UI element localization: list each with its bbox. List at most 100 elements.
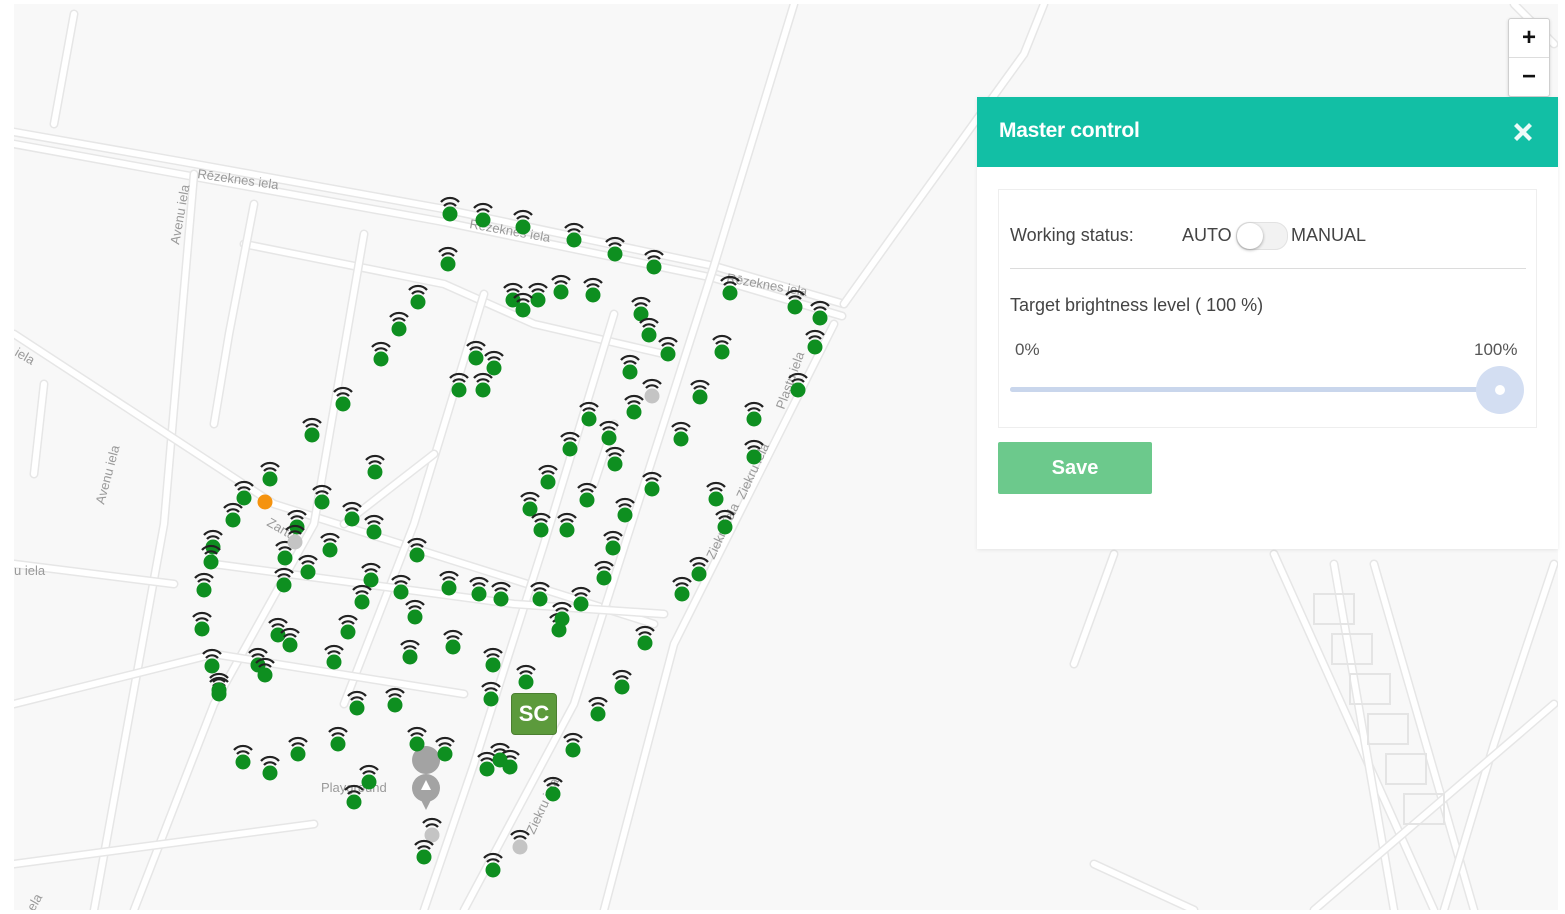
streetlight-marker[interactable] [365, 454, 385, 480]
streetlight-marker[interactable] [260, 461, 280, 487]
close-icon[interactable] [1510, 119, 1536, 145]
streetlight-marker[interactable] [361, 562, 381, 588]
road-fill [461, 4, 797, 910]
streetlight-marker[interactable] [603, 530, 623, 556]
streetlight-marker[interactable] [233, 744, 253, 770]
signal-icon [323, 538, 337, 543]
streetlight-marker[interactable] [538, 464, 558, 490]
streetlight-marker[interactable] [400, 639, 420, 665]
lamp-dot [533, 522, 549, 538]
streetlight-marker[interactable] [520, 491, 540, 517]
streetlight-marker[interactable] [414, 839, 434, 865]
streetlight-marker[interactable] [320, 532, 340, 558]
streetlight-marker[interactable] [223, 502, 243, 528]
streetlight-marker[interactable] [642, 378, 662, 404]
zoom-in-button[interactable]: + [1509, 19, 1549, 57]
streetlight-marker[interactable] [689, 556, 709, 582]
streetlight-marker[interactable] [744, 401, 764, 427]
slider-thumb[interactable] [1476, 366, 1524, 414]
streetlight-marker[interactable] [612, 669, 632, 695]
lamp-dot [708, 491, 724, 507]
streetlight-marker[interactable] [483, 647, 503, 673]
streetlight-marker[interactable] [671, 421, 691, 447]
signal-icon [658, 336, 678, 343]
streetlight-marker[interactable] [672, 576, 692, 602]
streetlight-marker[interactable] [594, 560, 614, 586]
lamp-dot [235, 754, 251, 770]
signal-icon [693, 385, 707, 390]
signal-icon [248, 647, 268, 654]
building-block [1385, 753, 1427, 785]
streetlight-marker[interactable] [588, 696, 608, 722]
streetlight-marker[interactable] [389, 311, 409, 337]
streetlight-marker[interactable] [473, 372, 493, 398]
streetlight-marker[interactable] [371, 341, 391, 367]
signal-icon [554, 280, 568, 285]
streetlight-marker[interactable] [469, 576, 489, 602]
streetlight-marker[interactable] [422, 817, 442, 843]
streetlight-marker[interactable] [551, 274, 571, 300]
streetlight-marker[interactable] [338, 614, 358, 640]
streetlight-marker[interactable] [298, 554, 318, 580]
streetlight-marker[interactable] [690, 379, 710, 405]
road-fill [1311, 701, 1557, 910]
slider-max-label: 100% [1474, 340, 1518, 359]
streetlight-marker[interactable] [620, 354, 640, 380]
streetlight-marker[interactable] [635, 625, 655, 651]
toggle-knob[interactable] [1237, 223, 1263, 249]
lamp-dot [314, 494, 330, 510]
signal-icon [302, 417, 322, 424]
streetlight-marker[interactable] [324, 644, 344, 670]
lamp-dot [196, 582, 212, 598]
lamp-dot [363, 572, 379, 588]
warning-marker[interactable] [257, 494, 273, 510]
brightness-slider[interactable] [1010, 366, 1524, 414]
signal-icon [586, 283, 600, 288]
streetlight-marker[interactable] [439, 570, 459, 596]
streetlight-marker[interactable] [528, 282, 548, 308]
lamp-dot [468, 350, 484, 366]
master-control-panel: Master control Working status: AUTO MANU… [977, 97, 1558, 549]
signal-icon [414, 839, 434, 846]
streetlight-marker[interactable] [302, 417, 322, 443]
streetlight-marker[interactable] [352, 584, 372, 610]
streetlight-marker[interactable] [639, 317, 659, 343]
streetlight-marker[interactable] [385, 687, 405, 713]
streetlight-marker[interactable] [516, 664, 536, 690]
zoom-out-button[interactable]: − [1509, 57, 1549, 96]
streetlight-marker[interactable] [557, 512, 577, 538]
signal-icon [557, 512, 577, 519]
streetlight-marker[interactable] [563, 732, 583, 758]
streetlight-marker[interactable] [484, 350, 504, 376]
streetlight-marker[interactable] [712, 334, 732, 360]
signal-icon [493, 748, 507, 753]
streetlight-marker[interactable] [408, 284, 428, 310]
streetlight-marker[interactable] [407, 726, 427, 752]
streetlight-marker[interactable] [192, 611, 212, 637]
streetlight-marker[interactable] [583, 277, 603, 303]
streetlight-marker[interactable] [438, 246, 458, 272]
streetlight-marker[interactable] [706, 481, 726, 507]
streetlight-marker[interactable] [364, 514, 384, 540]
streetlight-marker[interactable] [328, 726, 348, 752]
lamp-dot [607, 456, 623, 472]
streetlight-marker[interactable] [443, 629, 463, 655]
manual-label: MANUAL [1291, 225, 1367, 245]
auto-manual-toggle[interactable] [1236, 222, 1288, 250]
streetlight-marker[interactable] [359, 764, 379, 790]
signal-icon [709, 487, 723, 492]
lamp-dot [257, 667, 273, 683]
streetlight-marker[interactable] [288, 736, 308, 762]
save-button[interactable]: Save [998, 442, 1152, 494]
streetlight-marker[interactable] [405, 599, 425, 625]
streetlight-marker[interactable] [491, 581, 511, 607]
road [14, 649, 469, 709]
streetlight-marker[interactable] [435, 736, 455, 762]
street-label: Avenu iela [92, 443, 122, 506]
lamp-dot [354, 594, 370, 610]
streetlight-marker[interactable] [510, 829, 530, 855]
streetlight-marker[interactable] [194, 572, 214, 598]
sc-cluster-marker[interactable]: SC [511, 693, 557, 735]
streetlight-marker[interactable] [260, 755, 280, 781]
streetlight-marker[interactable] [624, 394, 644, 420]
